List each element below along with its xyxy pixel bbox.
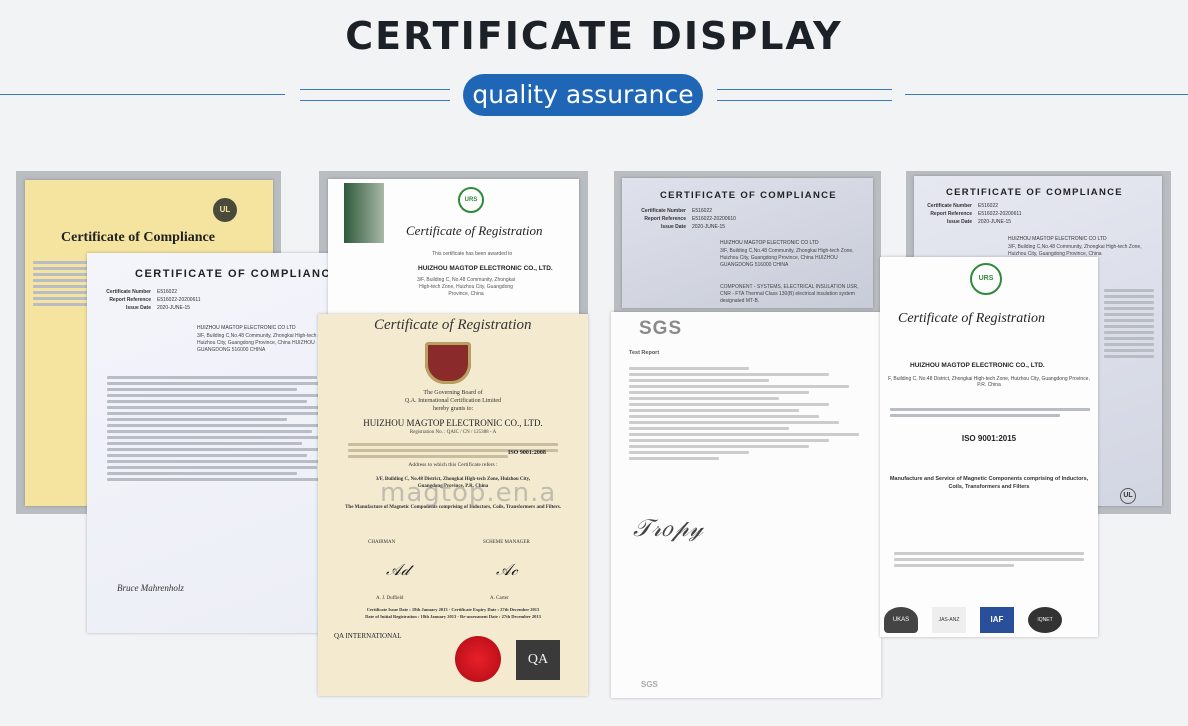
field-label: Issue Date bbox=[125, 305, 151, 311]
certificate-title: Certificate of Compliance bbox=[61, 230, 215, 245]
field-label: Certificate Number bbox=[927, 203, 972, 209]
ul-mark-icon: UL bbox=[1120, 488, 1136, 504]
divider-right-2 bbox=[717, 100, 892, 101]
issue-dates: Certificate Issue Date : 18th January 20… bbox=[366, 607, 540, 612]
scheme-label: SCHEME MANAGER bbox=[483, 540, 530, 545]
field-label: Certificate Number bbox=[641, 208, 686, 214]
jas-anz-badge-icon: JAS-ANZ bbox=[932, 607, 966, 633]
sgs-footer-logo: SGS bbox=[641, 680, 658, 689]
divider-left-1 bbox=[0, 94, 285, 95]
sgs-test-report: SGS Test Report 𝒯𝓇𝑜𝓅𝓎 SGS bbox=[611, 312, 881, 698]
certificate-title: Certificate of Registration bbox=[898, 311, 1045, 326]
ukas-badge-icon: UKAS bbox=[884, 607, 918, 633]
field-value: 2020-JUNE-15 bbox=[157, 305, 191, 311]
field-value: 2020-JUNE-15 bbox=[978, 219, 1012, 225]
field-label: Issue Date bbox=[660, 224, 686, 230]
field-label: Certificate Number bbox=[106, 289, 151, 295]
issuer-name: Q.A. International Certification Limited bbox=[404, 398, 502, 404]
standard-text: ISO 9001:2015 bbox=[961, 434, 1017, 443]
field-value: 2020-JUNE-15 bbox=[692, 224, 726, 230]
certificate-title: Certificate of Registration bbox=[374, 317, 532, 333]
address-text: 3/F, Building C, No.48 Community, Zhongk… bbox=[416, 277, 515, 297]
certificate-compliance-ul-2: CERTIFICATE OF COMPLIANCE Certificate Nu… bbox=[622, 178, 873, 308]
subtitle-badge: quality assurance bbox=[463, 74, 703, 116]
sgs-logo: SGS bbox=[639, 318, 683, 339]
certificate-heading: CERTIFICATE OF COMPLIANCE bbox=[946, 187, 1123, 198]
ukas-logo-icon: URS bbox=[458, 187, 484, 213]
iqnet-badge-icon: IQNET bbox=[1028, 607, 1062, 633]
field-value: E516022 bbox=[692, 208, 713, 214]
issued-to: HUIZHOU MAGTOP ELECTRONIC CO LTD bbox=[720, 240, 819, 246]
certificate-registration-2: URS Certificate of Registration HUIZHOU … bbox=[880, 257, 1098, 637]
standard-badge: ISO 9001:2008 bbox=[508, 450, 546, 456]
address-text: 3/F, Building C,No.48 Community, Zhongka… bbox=[720, 248, 854, 268]
representative-text: COMPONENT - SYSTEMS, ELECTRICAL INSULATI… bbox=[720, 284, 859, 304]
certificate-title: Certificate of Registration bbox=[406, 223, 543, 238]
signature-2-icon: 𝒜𝒸 bbox=[496, 562, 518, 579]
watermark-text: magtop.en.a bbox=[380, 478, 557, 508]
signatory-1: A. J. Duffield bbox=[376, 596, 404, 601]
field-label: Issue Date bbox=[946, 219, 972, 225]
certificate-heading: CERTIFICATE OF COMPLIANCE bbox=[660, 190, 837, 201]
address-text: 3/F, Building C,No.48 Community, Zhongka… bbox=[197, 333, 331, 353]
divider-left-2 bbox=[300, 89, 450, 90]
red-seal-icon bbox=[455, 636, 501, 682]
address-text: F, Building C, No.48 District, Zhongkai … bbox=[888, 376, 1090, 388]
coat-of-arms-icon bbox=[425, 342, 471, 384]
divider-left-3 bbox=[300, 100, 450, 101]
signatory-2: A. Carter bbox=[490, 596, 509, 601]
field-value: E516022 bbox=[157, 289, 178, 295]
initial-dates: Date of Initial Registration : 18th Janu… bbox=[365, 614, 541, 619]
registration-number: Registration No. : QAIC / CN / 125388 - … bbox=[409, 430, 497, 435]
company-name: HUIZHOU MAGTOP ELECTRONIC CO., LTD. bbox=[363, 418, 543, 428]
field-label: Report Reference bbox=[644, 216, 686, 222]
signature-icon: 𝒯𝓇𝑜𝓅𝓎 bbox=[633, 516, 703, 542]
field-value: E516022 bbox=[978, 203, 999, 209]
certificate-registration-1: URS Certificate of Registration This cer… bbox=[328, 179, 579, 319]
field-value: E516022-20200611 bbox=[157, 297, 201, 303]
address-label: Address to which this Certificate refers… bbox=[408, 462, 498, 468]
chairman-label: CHAIRMAN bbox=[368, 540, 396, 545]
address-text: 3/F, Building C,No.48 Community, Zhongka… bbox=[1008, 244, 1142, 257]
governing-board: The Governing Board of bbox=[423, 390, 483, 396]
iaf-badge-icon: IAF bbox=[980, 607, 1014, 633]
field-value: E516022-20200611 bbox=[978, 211, 1022, 217]
issued-to: HUIZHOU MAGTOP ELECTRONIC CO LTD bbox=[197, 325, 296, 331]
field-label: Report Reference bbox=[109, 297, 151, 303]
ukas-logo-icon: URS bbox=[970, 263, 1002, 295]
ul-seal-icon: UL bbox=[213, 198, 237, 222]
qa-logo-icon: QA bbox=[516, 640, 560, 680]
signature: Bruce Mahrenholz bbox=[117, 583, 184, 593]
field-label: Report Reference bbox=[930, 211, 972, 217]
awarded-text: This certificate has been awarded to bbox=[432, 251, 513, 257]
field-value: E516022-20200610 bbox=[692, 216, 736, 222]
page-title: CERTIFICATE DISPLAY bbox=[345, 14, 843, 58]
grants-text: hereby grants to: bbox=[432, 406, 474, 412]
footer-org: QA INTERNATIONAL bbox=[334, 632, 402, 640]
certificate-heading: CERTIFICATE OF COMPLIANCE bbox=[135, 268, 340, 280]
issued-to: HUIZHOU MAGTOP ELECTRONIC CO LTD bbox=[1008, 236, 1107, 242]
divider-right-3 bbox=[905, 94, 1188, 95]
company-name: HUIZHOU MAGTOP ELECTRONIC CO., LTD. bbox=[418, 265, 553, 272]
company-name: HUIZHOU MAGTOP ELECTRONIC CO., LTD. bbox=[910, 362, 1045, 369]
signature-1-icon: 𝒜𝒹 bbox=[386, 562, 410, 579]
report-heading: Test Report bbox=[629, 350, 660, 356]
divider-right-1 bbox=[717, 89, 892, 90]
scope-text: Manufacture and Service of Magnetic Comp… bbox=[889, 476, 1089, 490]
